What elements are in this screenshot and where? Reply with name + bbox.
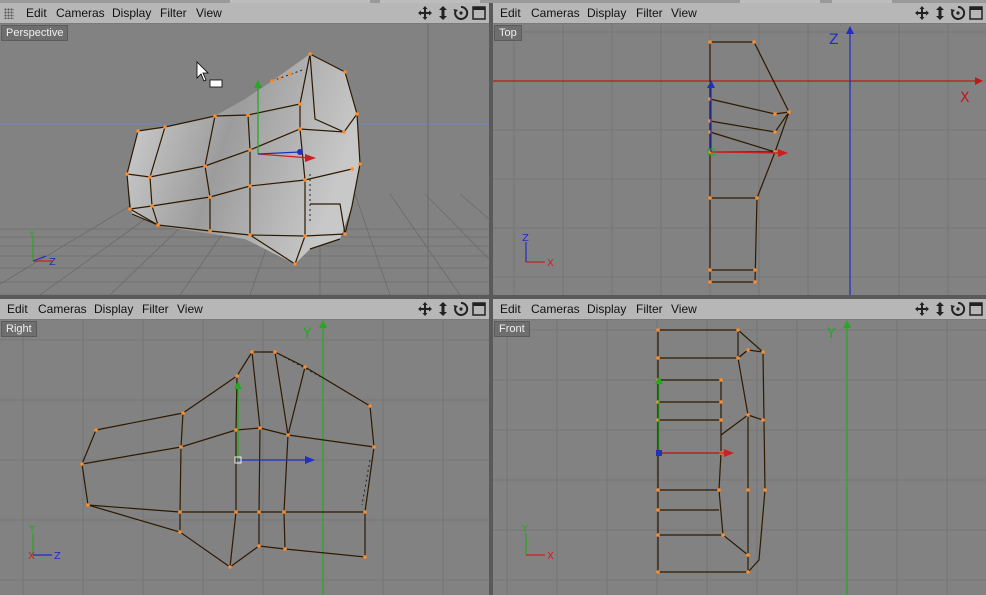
top-menubar: Edit Cameras Display Filter View (493, 3, 986, 24)
menu-edit[interactable]: Edit (7, 302, 28, 316)
axis-label-x: X (28, 551, 35, 562)
maximize-view-icon[interactable] (471, 301, 487, 317)
object-axis-gizmo (707, 80, 788, 157)
world-axis-indicator: Z X (522, 233, 554, 269)
front-viewport[interactable]: Y Y X Front (493, 320, 986, 595)
viewport-label-perspective: Perspective (1, 25, 69, 41)
right-menubar: Edit Cameras Display Filter View (0, 299, 489, 320)
grid-top (493, 24, 986, 295)
menu-view[interactable]: View (671, 302, 697, 316)
rotate-view-icon[interactable] (950, 5, 966, 21)
move-view-icon[interactable] (914, 5, 930, 21)
rotate-view-icon[interactable] (950, 301, 966, 317)
axis-label-x: X (547, 551, 554, 562)
maximize-view-icon[interactable] (968, 5, 984, 21)
top-viewport[interactable]: X Z Z X Top (493, 24, 986, 295)
menu-view[interactable]: View (177, 302, 203, 316)
mesh-object-top (709, 41, 790, 283)
menu-filter[interactable]: Filter (142, 302, 169, 316)
menu-display[interactable]: Display (112, 6, 151, 20)
axis-label-y: Y (521, 524, 529, 535)
dolly-view-icon[interactable] (932, 5, 948, 21)
menu-edit[interactable]: Edit (500, 6, 521, 20)
perspective-pane: Edit Cameras Display Filter View Y Z Per… (0, 3, 489, 295)
menu-edit[interactable]: Edit (500, 302, 521, 316)
grip-icon[interactable] (4, 8, 14, 19)
rotate-view-icon[interactable] (453, 301, 469, 317)
maximize-view-icon[interactable] (471, 5, 487, 21)
axis-label-y: Y (28, 230, 36, 241)
dolly-view-icon[interactable] (435, 301, 451, 317)
move-view-icon[interactable] (417, 301, 433, 317)
menu-filter[interactable]: Filter (636, 302, 663, 316)
object-axis-gizmo (655, 376, 734, 457)
grid-front (493, 320, 986, 595)
menu-filter[interactable]: Filter (160, 6, 187, 20)
vertex-points-top (708, 40, 791, 284)
world-axis-indicator: Y Z (28, 230, 56, 268)
menu-view[interactable]: View (671, 6, 697, 20)
object-axis-gizmo (234, 381, 315, 464)
menu-edit[interactable]: Edit (26, 6, 47, 20)
dolly-view-icon[interactable] (435, 5, 451, 21)
axis-label-y: Y (826, 326, 836, 342)
move-view-icon[interactable] (914, 301, 930, 317)
mesh-object-front (657, 329, 766, 573)
mesh-object-right (81, 351, 375, 568)
dolly-view-icon[interactable] (932, 301, 948, 317)
axis-label-z: Z (49, 257, 56, 268)
axis-label-z: Z (522, 233, 529, 244)
right-pane: Edit Cameras Display Filter View Y Y Z X… (0, 299, 489, 595)
menu-cameras[interactable]: Cameras (531, 302, 580, 316)
axis-label-z: Z (829, 32, 839, 48)
world-axis-indicator: Y Z X (28, 524, 61, 562)
front-pane: Edit Cameras Display Filter View Y Y X F… (493, 299, 986, 595)
mesh-object-perspective (126, 53, 361, 265)
axis-label-y: Y (28, 524, 36, 535)
axis-label-z: Z (54, 551, 61, 562)
menu-display[interactable]: Display (587, 6, 626, 20)
menu-filter[interactable]: Filter (636, 6, 663, 20)
vertical-divider[interactable] (489, 3, 493, 595)
viewport-label-right: Right (1, 321, 37, 337)
horizontal-divider[interactable] (0, 295, 986, 299)
right-viewport[interactable]: Y Y Z X Right (0, 320, 489, 595)
move-view-icon[interactable] (417, 5, 433, 21)
mouse-cursor-icon (196, 61, 223, 88)
axis-label-x: X (960, 90, 970, 106)
perspective-menubar: Edit Cameras Display Filter View (0, 3, 489, 24)
axis-label-y: Y (302, 326, 312, 342)
menu-display[interactable]: Display (587, 302, 626, 316)
grid-right (0, 320, 489, 595)
menu-cameras[interactable]: Cameras (38, 302, 87, 316)
perspective-viewport[interactable]: Y Z Perspective (0, 24, 489, 295)
menu-cameras[interactable]: Cameras (56, 6, 105, 20)
vertex-points-front (656, 328, 767, 574)
top-pane: Edit Cameras Display Filter View X Z Z X… (493, 3, 986, 295)
maximize-view-icon[interactable] (968, 301, 984, 317)
rotate-view-icon[interactable] (453, 5, 469, 21)
viewport-label-front: Front (494, 321, 530, 337)
menu-cameras[interactable]: Cameras (531, 6, 580, 20)
menu-view[interactable]: View (196, 6, 222, 20)
axis-label-x: X (547, 258, 554, 269)
front-menubar: Edit Cameras Display Filter View (493, 299, 986, 320)
viewport-label-top: Top (494, 25, 522, 41)
menu-display[interactable]: Display (94, 302, 133, 316)
